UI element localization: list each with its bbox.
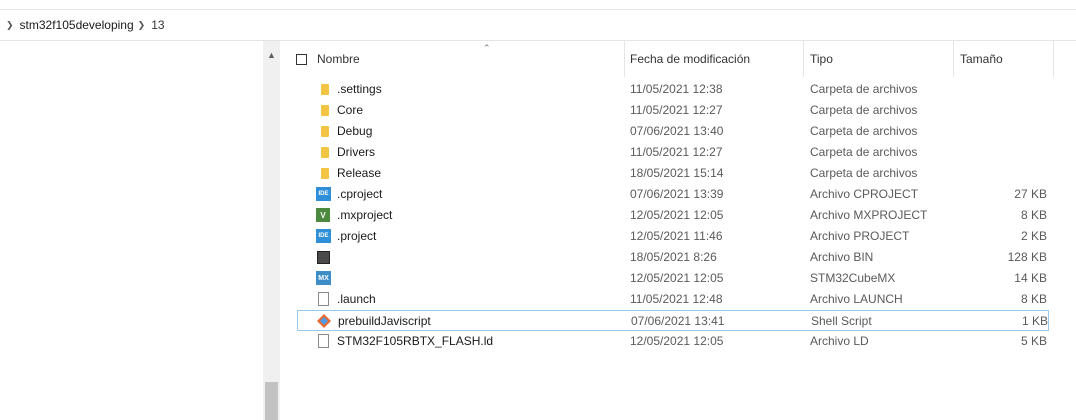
breadcrumb-chevron-icon[interactable]: ❯: [138, 20, 146, 31]
file-modified-date: 07/06/2021 13:39: [630, 187, 724, 201]
select-all-checkbox[interactable]: [296, 54, 307, 65]
file-type: Carpeta de archivos: [810, 82, 918, 96]
file-name: prebuildJaviscript: [338, 314, 431, 328]
scroll-up-arrow-icon[interactable]: ▲: [263, 49, 280, 61]
file-type: Archivo BIN: [810, 250, 874, 264]
column-header-date-label: Fecha de modificación: [630, 52, 751, 66]
file-modified-date: 18/05/2021 15:14: [630, 166, 724, 180]
file-modified-date: 11/05/2021 12:48: [630, 292, 723, 306]
breadcrumb-chevron-icon[interactable]: ❯: [6, 20, 14, 31]
cubemx-icon: MX: [316, 271, 331, 285]
navigation-scrollbar[interactable]: ▲: [263, 41, 280, 420]
file-type: Archivo MXPROJECT: [810, 208, 928, 222]
file-name: .settings: [337, 82, 382, 96]
file-type: Carpeta de archivos: [810, 145, 918, 159]
file-modified-date: 12/05/2021 12:05: [630, 271, 724, 285]
file-row[interactable]: .launch 11/05/2021 12:48 Archivo LAUNCH 8 K…: [297, 289, 1049, 310]
file-size: [957, 79, 1047, 100]
folder-icon: [321, 84, 329, 95]
shell-script-icon: [317, 314, 331, 328]
file-type: STM32CubeMX: [810, 271, 896, 285]
file-size: 14 KB: [1014, 271, 1047, 285]
column-header-type[interactable]: Tipo: [804, 41, 954, 77]
file-type: Shell Script: [811, 314, 872, 328]
file-size: 8 KB: [1020, 208, 1047, 222]
document-icon: [318, 292, 329, 306]
file-size: [957, 142, 1047, 163]
column-header-name[interactable]: Nombre ⌃: [311, 41, 625, 77]
file-row[interactable]: STM32F105RBTX_FLASH.ld 12/05/2021 12:05 Ar…: [297, 331, 1049, 352]
file-modified-date: 12/05/2021 12:05: [630, 208, 724, 222]
file-row[interactable]: Core 11/05/2021 12:27 Carpeta de archivos: [297, 100, 1049, 121]
file-list[interactable]: Nombre ⌃ Fecha de modificación Tipo Tama…: [281, 41, 1076, 420]
mxproject-icon: V: [316, 208, 330, 222]
file-size: 27 KB: [1014, 187, 1047, 201]
file-modified-date: 12/05/2021 12:05: [630, 334, 724, 348]
file-size: 5 KB: [1020, 334, 1047, 348]
column-header-size-label: Tamaño: [960, 52, 1003, 66]
column-header-row: Nombre ⌃ Fecha de modificación Tipo Tama…: [281, 41, 1076, 77]
document-icon: [318, 334, 329, 348]
file-row[interactable]: 18/05/2021 8:26 Archivo BIN 128 KB: [297, 247, 1049, 268]
file-name: Debug: [337, 124, 373, 138]
file-name: .project: [337, 229, 377, 243]
ide-icon: IDE: [316, 229, 331, 243]
file-row[interactable]: Debug 07/06/2021 13:40 Carpeta de archivos: [297, 121, 1049, 142]
file-modified-date: 07/06/2021 13:40: [630, 124, 724, 138]
file-modified-date: 11/05/2021 12:27: [630, 103, 723, 117]
file-modified-date: 11/05/2021 12:38: [630, 82, 723, 96]
navigation-pane[interactable]: [0, 41, 263, 420]
file-name: .mxproject: [337, 208, 393, 222]
file-type: Carpeta de archivos: [810, 166, 918, 180]
file-size: 128 KB: [1007, 250, 1047, 264]
folder-icon: [321, 168, 329, 179]
file-modified-date: 18/05/2021 8:26: [630, 250, 717, 264]
file-row[interactable]: IDE .project 12/05/2021 11:46 Archivo PROJE…: [297, 226, 1049, 247]
file-modified-date: 12/05/2021 11:46: [630, 229, 723, 243]
address-bar[interactable]: ❯ stm32f105developing ❯ 13: [0, 10, 1076, 41]
file-name: .cproject: [337, 187, 383, 201]
file-row[interactable]: MX 12/05/2021 12:05 STM32CubeMX 14 KB: [297, 268, 1049, 289]
file-name: Drivers: [337, 145, 375, 159]
file-name: STM32F105RBTX_FLASH.ld: [337, 334, 494, 348]
file-row[interactable]: IDE .cproject 07/06/2021 13:39 Archivo CPRO…: [297, 184, 1049, 205]
file-name: .launch: [337, 292, 376, 306]
file-type: Archivo LD: [810, 334, 869, 348]
file-size: [957, 163, 1047, 184]
file-size: 2 KB: [1020, 229, 1047, 243]
column-header-size[interactable]: Tamaño: [954, 41, 1054, 77]
file-row[interactable]: Release 18/05/2021 15:14 Carpeta de archiv…: [297, 163, 1049, 184]
file-type: Archivo LAUNCH: [810, 292, 903, 306]
column-header-type-label: Tipo: [810, 52, 833, 66]
file-type: Carpeta de archivos: [810, 124, 918, 138]
file-modified-date: 11/05/2021 12:27: [630, 145, 723, 159]
file-row[interactable]: Drivers 11/05/2021 12:27 Carpeta de archiv…: [297, 142, 1049, 163]
file-name: Core: [337, 103, 364, 117]
file-size: 1 KB: [1021, 314, 1048, 328]
folder-icon: [321, 126, 329, 137]
sort-ascending-icon: ⌃: [483, 43, 491, 53]
file-modified-date: 07/06/2021 13:41: [631, 314, 725, 328]
file-row[interactable]: V .mxproject 12/05/2021 12:05 Archivo MXPRO…: [297, 205, 1049, 226]
file-type: Archivo PROJECT: [810, 229, 910, 243]
file-row[interactable]: .settings 11/05/2021 12:38 Carpeta de arch…: [297, 79, 1049, 100]
file-row[interactable]: prebuildJaviscript 07/06/2021 13:41 Shell …: [297, 310, 1049, 331]
ide-icon: IDE: [316, 187, 331, 201]
file-size: 8 KB: [1020, 292, 1047, 306]
file-size: [957, 100, 1047, 121]
file-name: Release: [337, 166, 382, 180]
bin-icon: [317, 251, 330, 264]
column-header-name-label: Nombre: [317, 52, 360, 66]
file-size: [957, 121, 1047, 142]
column-header-date[interactable]: Fecha de modificación: [624, 41, 804, 77]
file-type: Carpeta de archivos: [810, 103, 918, 117]
breadcrumb-segment-current[interactable]: 13: [151, 18, 164, 32]
folder-icon: [321, 147, 329, 158]
folder-icon: [321, 105, 329, 116]
scroll-thumb[interactable]: [265, 382, 278, 420]
title-strip: [0, 0, 1076, 10]
breadcrumb-segment-project[interactable]: stm32f105developing: [20, 18, 134, 32]
file-type: Archivo CPROJECT: [810, 187, 919, 201]
